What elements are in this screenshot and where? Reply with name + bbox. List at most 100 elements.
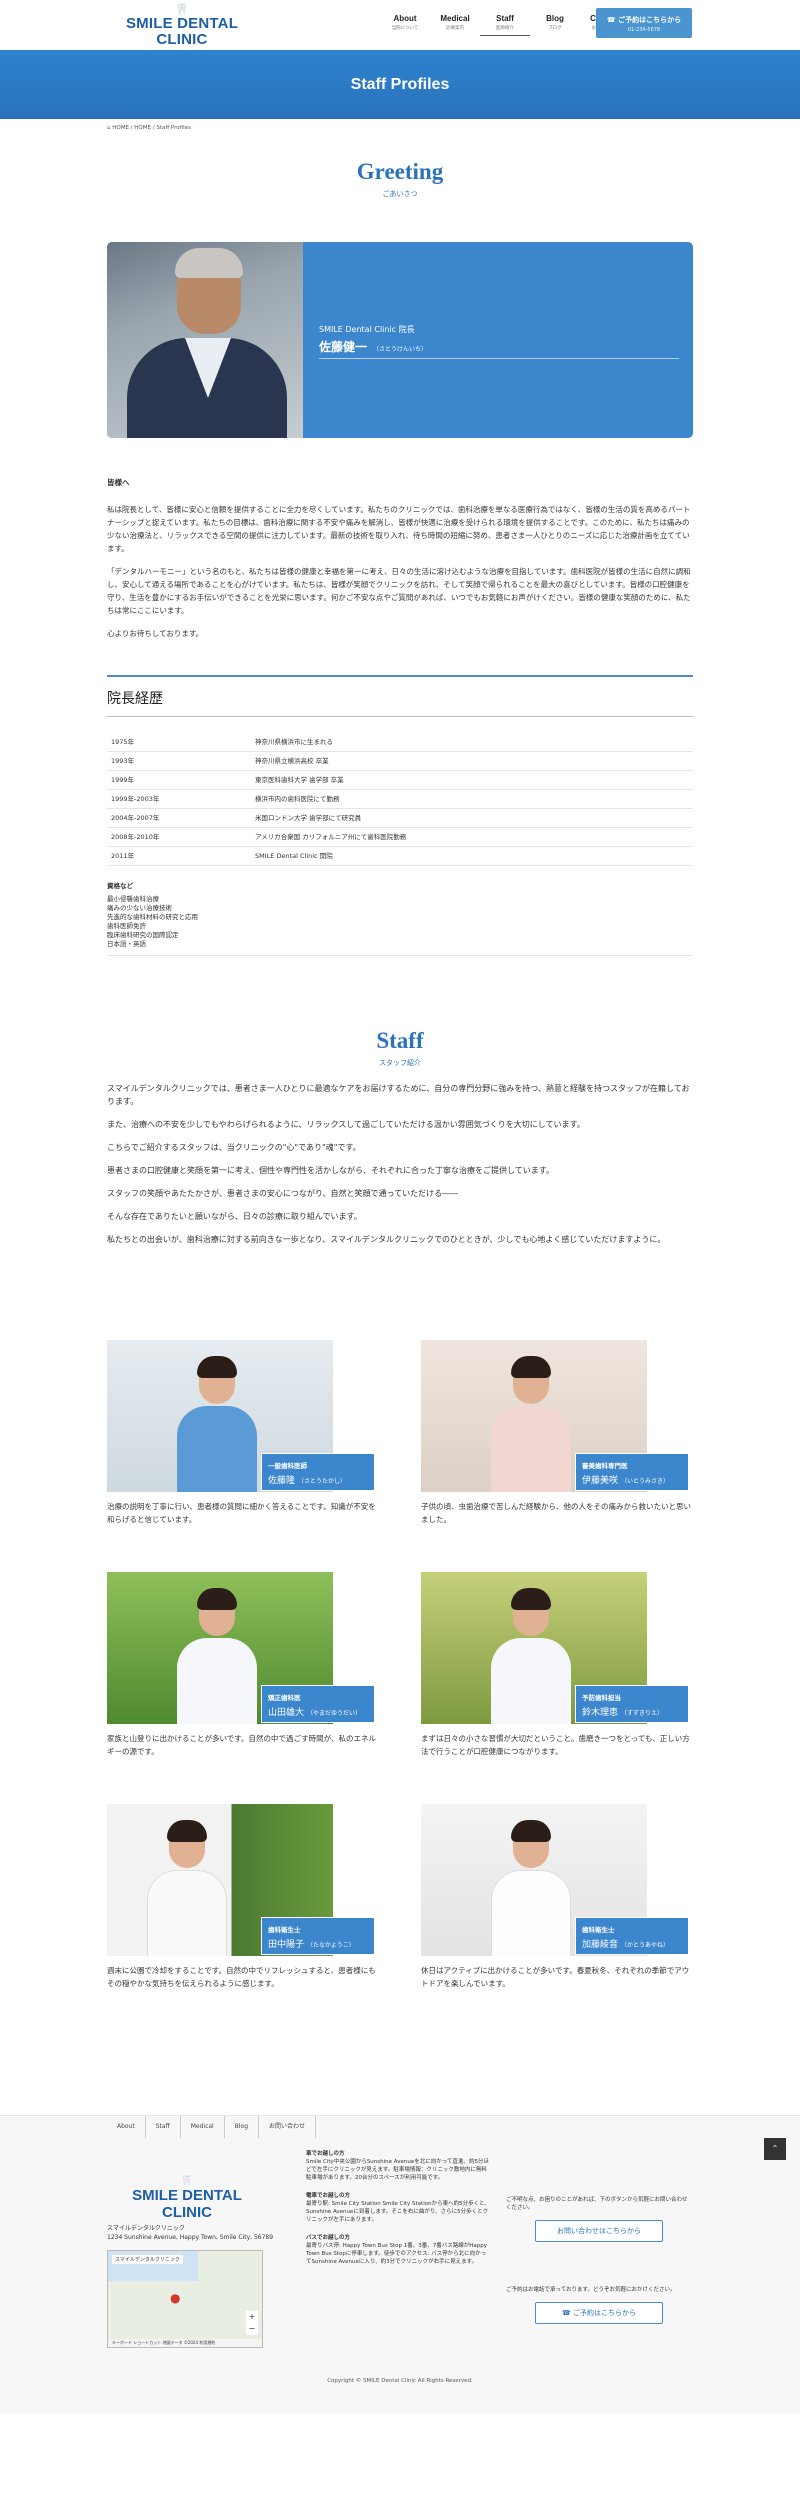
staff-badge: 矯正歯科医 山田雄大 （やまだゆうだい） — [261, 1685, 375, 1723]
career-section: 院長経歴 1975年 神奈川県横浜市に生まれる 1993年 神奈川県立横浜高校 卒業… — [107, 675, 693, 956]
staff-desc: まずは日々の小さな習慣が大切だということ。歯磨き一つをとっても、正しい方法で行う… — [421, 1734, 690, 1756]
staff-intro-paragraph: スマイルデンタルクリニックでは、患者さま一人ひとりに最適なケアをお届けするために… — [107, 1084, 690, 1106]
career-text: 横浜市内の歯科医院にて勤務 — [255, 795, 340, 803]
staff-intro-paragraph: また、治療への不安を少しでもやわらげられるように、リラックスして過ごしていただけ… — [107, 1120, 585, 1129]
director-card: SMILE Dental Clinic 院長 佐藤健一 （さとうけんいち） — [107, 242, 693, 438]
staff-intro-paragraph: 患者さまの口腔健康と笑顔を第一に考え、個性や専門性を活かしながら、それぞれに合っ… — [107, 1166, 554, 1175]
reserve-note: ご予約はお電話で承っております。どうぞお気軽におかけください。 — [506, 2287, 676, 2293]
staff-name: 山田雄大 — [268, 1708, 305, 1718]
career-year: 1999年-2003年 — [111, 795, 160, 803]
list-item: 歯科医師免許 — [107, 922, 146, 930]
map-embed[interactable]: スマイルデンタルクリニック ● + − キーボード ショートカット 地図データ ©… — [107, 2250, 263, 2348]
tooth-icon: 🦷 — [180, 2176, 194, 2187]
footer-link-blog[interactable]: Blog — [225, 2116, 259, 2138]
staff-kana: （やまだゆうだい） — [307, 1710, 362, 1717]
back-to-top-button[interactable]: ⌃ — [764, 2138, 786, 2160]
map-label: スマイルデンタルクリニック — [112, 2255, 183, 2264]
greeting-section: Greeting ごあいさつ SMILE Dental Clinic 院長 佐藤… — [107, 137, 693, 640]
map-zoom-control[interactable]: + − — [246, 2311, 258, 2335]
nav-sublabel: 医師紹介 — [496, 26, 514, 31]
site-logo[interactable]: 🦷 SMILE DENTAL CLINIC — [107, 4, 257, 51]
breadcrumb-text[interactable]: HOME / HOME / Staff Profiles — [112, 125, 191, 131]
staff-desc: 休日はアクティブに出かけることが多いです。春夏秋冬、それぞれの季節でアウトドアを… — [421, 1966, 690, 1988]
staff-desc: 週末に公園で冷却をすることです。自然の中でリフレッシュすると、患者様にもその穏や… — [107, 1966, 376, 1988]
nav-label: Medical — [440, 14, 470, 23]
table-row: 2004年-2007年 米国ロンドン大学 歯学部にて研究員 — [107, 809, 693, 828]
breadcrumb: ⌂ HOME / HOME / Staff Profiles — [0, 119, 800, 137]
staff-intro-paragraph: 私たちとの出会いが、歯科治療に対する前向きな一歩となり、スマイルデンタルクリニッ… — [107, 1235, 666, 1244]
reserve-phone: 01-234-5678 — [627, 27, 661, 33]
greeting-paragraph: 私は院長として、皆様に安心と信頼を提供することに全力を尽くしています。私たちのク… — [107, 505, 691, 553]
site-footer: About Staff Medical Blog お問い合わせ ⌃ 🦷 SMIL… — [0, 2115, 800, 2414]
footer-nav: About Staff Medical Blog お問い合わせ — [0, 2116, 800, 2138]
nav-label: Staff — [496, 14, 514, 23]
nav-staff[interactable]: Staff 医師紹介 — [480, 14, 530, 36]
greeting-lead: 皆様へ — [107, 478, 130, 487]
nav-about[interactable]: About 当院について — [380, 14, 430, 36]
career-text: 東京医科歯科大学 歯学部 卒業 — [255, 776, 344, 784]
copyright: Copyright © SMILE Dental Clinic All Righ… — [327, 2378, 473, 2384]
footer-link-staff[interactable]: Staff — [146, 2116, 181, 2138]
list-item: 先進的な歯科材料の研究と応用 — [107, 913, 198, 921]
career-year: 1993年 — [111, 757, 135, 765]
nav-blog[interactable]: Blog ブログ — [530, 14, 580, 36]
greeting-subtitle: ごあいさつ — [382, 190, 418, 198]
footer-link-medical[interactable]: Medical — [181, 2116, 225, 2138]
chevron-up-icon: ⌃ — [771, 2144, 779, 2153]
staff-name: 伊藤美咲 — [582, 1476, 619, 1486]
staff-title: Staff — [376, 1028, 424, 1053]
staff-badge: 予防歯科担当 鈴木理恵 （すずきりえ） — [575, 1685, 689, 1723]
main-nav: About 当院について Medical 診療案内 Staff 医師紹介 Blog ブロ… — [380, 14, 630, 36]
map-footer: キーボード ショートカット 地図データ ©2024 利用規約 — [108, 2339, 262, 2347]
reserve-button[interactable]: ☎ ご予約はこちらから 01-234-5678 — [596, 8, 692, 38]
staff-name: 鈴木理恵 — [582, 1708, 619, 1718]
qualifications-heading: 資格など — [107, 882, 133, 890]
career-year: 2011年 — [111, 852, 135, 860]
clinic-name: スマイルデンタルクリニック — [107, 2225, 185, 2232]
career-year: 2008年-2010年 — [111, 833, 160, 841]
staff-intro-paragraph: スタッフの笑顔やあたたかさが、患者さまの安心につながり、自然と笑顔で通っていただ… — [107, 1189, 459, 1198]
footer-contact: ご不明な点、お困りのことがあれば、下のボタンから気軽にお問い合わせください。 お… — [506, 2196, 692, 2324]
staff-badge: 審美歯科専門医 伊藤美咲 （いとうみさき） — [575, 1453, 689, 1491]
staff-card: 歯科衛生士 加藤綾音 （かとうあやね） 休日はアクティブに出かけることが多いです。春… — [421, 1804, 693, 1990]
staff-role: 審美歯科専門医 — [582, 1462, 628, 1470]
staff-desc: 子供の頃、虫歯治療で苦しんだ経験から、他の人をその痛みから救いたいと思いました。 — [421, 1502, 691, 1524]
phone-icon: ☎ — [562, 2309, 573, 2317]
career-year: 1975年 — [111, 738, 135, 746]
staff-name: 加藤綾音 — [582, 1940, 619, 1950]
access-text: 最寄り駅: Smile City Station Smile City Stat… — [306, 2201, 490, 2223]
staff-role: 予防歯科担当 — [582, 1694, 621, 1702]
page-title: Staff Profiles — [350, 76, 450, 93]
footer-reserve-label: ご予約はこちらから — [572, 2309, 636, 2317]
list-item: 最小侵襲歯科治療 — [107, 895, 159, 903]
career-title: 院長経歴 — [107, 691, 163, 707]
access-heading: 車でお越しの方 — [306, 2151, 345, 2157]
staff-name-row: 田中陽子 （たなかようこ） — [268, 1937, 374, 1950]
footer-link-contact[interactable]: お問い合わせ — [259, 2116, 317, 2138]
access-info: 車でお越しの方 Smile City中央公園からSunshine Avenueを… — [306, 2150, 491, 2266]
access-heading: 電車でお越しの方 — [306, 2193, 351, 2199]
footer-link-about[interactable]: About — [107, 2116, 146, 2138]
staff-badge: 一般歯科医師 佐藤隆 （さとうたかし） — [261, 1453, 375, 1491]
staff-desc: 家族と山登りに出かけることが多いです。自然の中で過ごす時間が、私のエネルギーの源… — [107, 1734, 376, 1756]
staff-desc: 治療の説明を丁寧に行い、患者様の質問に細かく答えることです。知識が不安を和らげる… — [107, 1502, 376, 1524]
career-text: 神奈川県横浜市に生まれる — [255, 738, 333, 746]
table-row: 1975年 神奈川県横浜市に生まれる — [107, 733, 693, 752]
contact-button[interactable]: お問い合わせはこちらから — [535, 2220, 663, 2242]
nav-sublabel: 診療案内 — [446, 26, 464, 31]
career-text: SMILE Dental Clinic 開院 — [255, 852, 333, 860]
staff-name-row: 山田雄大 （やまだゆうだい） — [268, 1705, 374, 1718]
staff-name-row: 佐藤隆 （さとうたかし） — [268, 1473, 374, 1486]
staff-badge: 歯科衛生士 加藤綾音 （かとうあやね） — [575, 1917, 689, 1955]
staff-card: 予防歯科担当 鈴木理恵 （すずきりえ） まずは日々の小さな習慣が大切だということ。歯… — [421, 1572, 693, 1758]
nav-medical[interactable]: Medical 診療案内 — [430, 14, 480, 36]
greeting-paragraph: 心よりお待ちしております。 — [107, 629, 204, 638]
director-photo — [107, 242, 303, 438]
table-row: 1999年 東京医科歯科大学 歯学部 卒業 — [107, 771, 693, 790]
site-header: 🦷 SMILE DENTAL CLINIC About 当院について Medica… — [0, 0, 800, 51]
greeting-body: 皆様へ 私は院長として、皆様に安心と信頼を提供することに全力を尽くしています。私… — [107, 476, 693, 640]
table-row: 2011年 SMILE Dental Clinic 開院 — [107, 847, 693, 866]
footer-reserve-button[interactable]: ☎ ご予約はこちらから — [535, 2302, 663, 2324]
footer-logo[interactable]: 🦷 SMILE DENTAL CLINIC — [107, 2176, 267, 2221]
access-text: Smile City中央公園からSunshine Avenueを北に向かって直進… — [306, 2159, 489, 2181]
